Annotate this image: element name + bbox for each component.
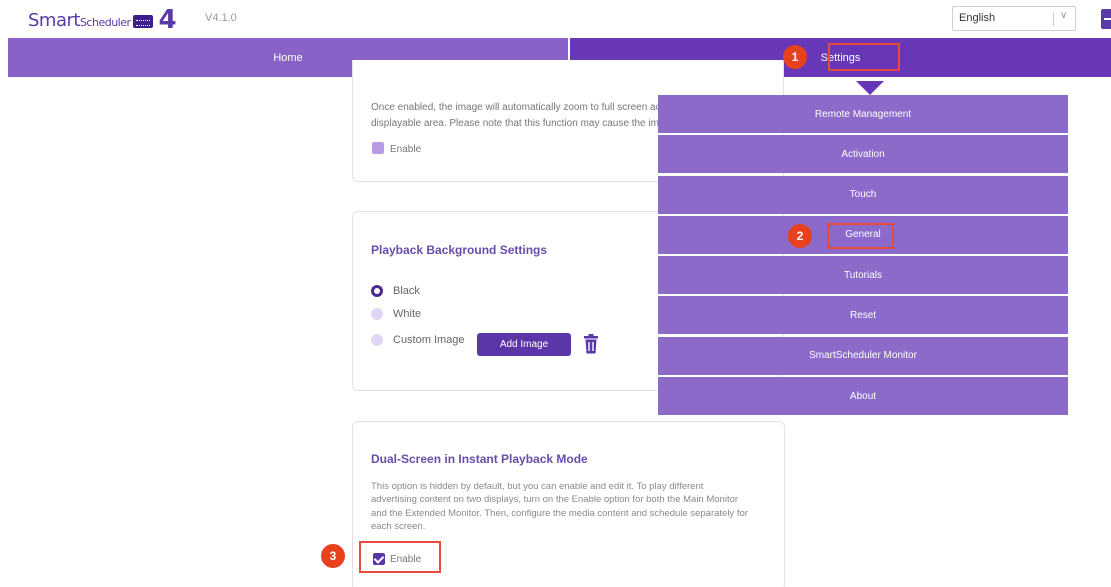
menu-item-activation[interactable]: Activation <box>658 135 1068 174</box>
logo-number: 4 <box>158 5 177 35</box>
dropdown-caret <box>856 81 884 95</box>
trash-icon[interactable] <box>583 334 599 354</box>
dual-screen-description: This option is hidden by default, but yo… <box>371 481 748 532</box>
callout-badge-3: 3 <box>321 544 345 568</box>
logo-text: SmartScheduler <box>28 9 131 31</box>
menu-item-smartscheduler-monitor[interactable]: SmartScheduler Monitor <box>658 336 1068 375</box>
callout-badge-2: 2 <box>788 224 812 248</box>
menu-item-remote-management[interactable]: Remote Management <box>658 95 1068 133</box>
highlight-general <box>827 223 894 249</box>
highlight-enable <box>359 541 441 573</box>
radio-unchecked-icon <box>371 308 383 320</box>
menu-item-touch[interactable]: Touch <box>658 175 1068 214</box>
highlight-settings <box>828 43 900 71</box>
menu-item-reset[interactable]: Reset <box>658 296 1068 335</box>
tab-home-label: Home <box>273 51 303 64</box>
minimize-icon[interactable] <box>1101 9 1111 29</box>
radio-white[interactable]: White <box>371 308 421 320</box>
add-image-button[interactable]: Add Image <box>477 333 571 356</box>
checkbox-icon <box>372 142 384 154</box>
select-divider <box>1053 12 1054 26</box>
radio-label: White <box>393 308 422 320</box>
app-version: V4.1.0 <box>205 12 237 24</box>
radio-checked-icon <box>371 285 383 297</box>
card-title: Dual-Screen in Instant Playback Mode <box>371 452 588 466</box>
chevron-down-icon: ∨ <box>1060 10 1068 21</box>
menu-item-about[interactable]: About <box>658 377 1068 416</box>
zoom-enable-checkbox[interactable]: Enable <box>372 142 421 155</box>
top-bar: SmartScheduler 4 V4.1.0 English ∨ <box>0 0 1111 38</box>
app-logo: SmartScheduler 4 <box>28 7 177 33</box>
callout-badge-1: 1 <box>783 45 807 69</box>
menu-item-tutorials[interactable]: Tutorials <box>658 256 1068 295</box>
settings-dropdown-menu: Remote Management Activation Touch Gener… <box>658 81 1068 417</box>
zoom-enable-label: Enable <box>390 144 422 155</box>
language-value: English <box>959 12 996 24</box>
radio-black[interactable]: Black <box>371 285 420 297</box>
card-title: Playback Background Settings <box>371 243 548 257</box>
calendar-icon <box>132 14 153 28</box>
radio-unchecked-icon <box>371 334 383 346</box>
language-select[interactable]: English ∨ <box>952 6 1076 31</box>
radio-label: Black <box>393 285 420 297</box>
radio-label: Custom Image <box>393 334 465 346</box>
radio-custom-image[interactable]: Custom Image <box>371 334 465 346</box>
